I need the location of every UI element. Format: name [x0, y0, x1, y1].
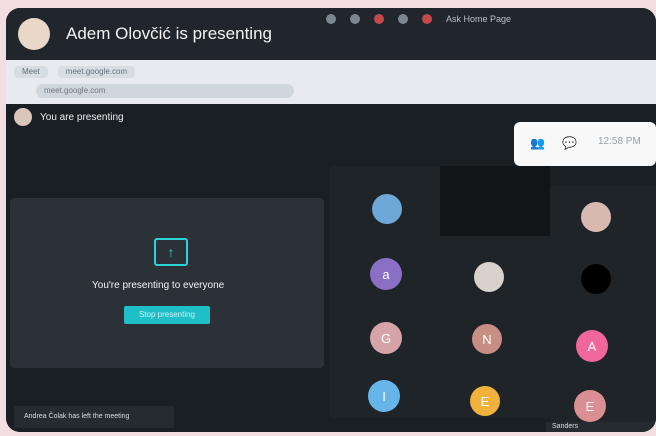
participant-avatar[interactable]: [372, 194, 402, 224]
bookmark-label[interactable]: Ask Home Page: [446, 14, 511, 24]
participant-tile: [440, 166, 550, 236]
participant-letter-avatar[interactable]: E: [574, 390, 606, 422]
left-meeting-toast: Andrea Čolak has left the meeting: [14, 406, 174, 428]
bookmarks-bar: Ask Home Page: [326, 14, 511, 24]
url-bar[interactable]: meet.google.com: [36, 84, 294, 98]
meeting-area: You are presenting 👥 💬 12:58 PM ↑ You're…: [6, 104, 656, 432]
bookmark-icon[interactable]: [422, 14, 432, 24]
screen-frame: Adem Olovčić is presenting Ask Home Page…: [6, 8, 656, 432]
participant-letter-avatar[interactable]: G: [370, 322, 402, 354]
participant-avatar[interactable]: [474, 262, 504, 292]
present-screen-icon: ↑: [154, 238, 188, 266]
participant-letter-avatar[interactable]: I: [368, 380, 400, 412]
chat-icon[interactable]: 💬: [562, 136, 577, 150]
participant-letter-avatar[interactable]: E: [470, 386, 500, 416]
participant-avatar[interactable]: [581, 264, 611, 294]
meeting-controls: 👥 💬 12:58 PM: [514, 122, 656, 166]
people-icon[interactable]: 👥: [530, 136, 545, 150]
participant-letter-avatar[interactable]: a: [370, 258, 402, 290]
participant-letter-avatar[interactable]: N: [472, 324, 502, 354]
meeting-time: 12:58 PM: [598, 136, 641, 147]
browser-tab[interactable]: meet.google.com: [57, 66, 136, 78]
bookmark-icon[interactable]: [398, 14, 408, 24]
participant-avatar[interactable]: [581, 202, 611, 232]
stop-presenting-button[interactable]: Stop presenting: [124, 306, 210, 324]
presenter-topbar: Adem Olovčić is presenting Ask Home Page: [6, 8, 656, 60]
presenting-message: You're presenting to everyone: [92, 280, 225, 291]
browser-chrome: Meet meet.google.com meet.google.com: [6, 60, 656, 104]
self-avatar: [14, 108, 32, 126]
presenter-title: Adem Olovčić is presenting: [66, 24, 272, 43]
bookmark-icon[interactable]: [326, 14, 336, 24]
bookmark-icon[interactable]: [374, 14, 384, 24]
bookmark-icon[interactable]: [350, 14, 360, 24]
presenter-avatar: [18, 18, 50, 50]
you-presenting-label: You are presenting: [40, 112, 124, 123]
participant-letter-avatar[interactable]: A: [576, 330, 608, 362]
browser-tab[interactable]: Meet: [14, 66, 48, 78]
presenting-card: ↑ You're presenting to everyone Stop pre…: [10, 198, 324, 368]
participant-name-toast: Sanders: [546, 422, 656, 432]
browser-tabs: Meet meet.google.com: [14, 66, 136, 78]
